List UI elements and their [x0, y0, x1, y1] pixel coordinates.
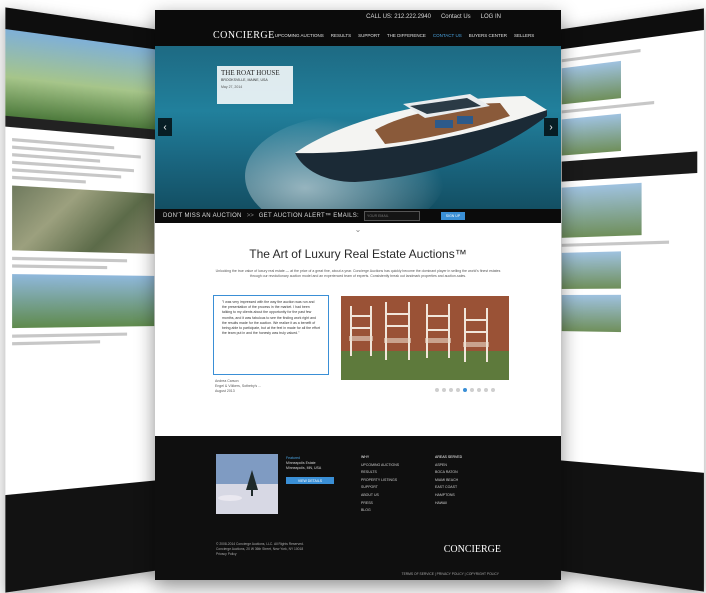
left-page-body — [5, 127, 160, 357]
footer-link[interactable]: PRESS — [361, 500, 399, 508]
right-page-thumbnail — [561, 60, 621, 105]
top-bar: CALL US: 212.222.2940 Contact Us LOG IN — [155, 10, 561, 24]
nav-link[interactable]: BUYERS CENTER — [469, 33, 507, 38]
slider-dot[interactable] — [449, 388, 453, 392]
intro-paragraph: Unlocking the true value of luxury real … — [215, 269, 501, 278]
nav-link[interactable]: CONTACT US — [433, 33, 462, 38]
footer-link[interactable]: EAST COAST — [435, 484, 462, 492]
contact-us-link[interactable]: Contact Us — [441, 14, 471, 20]
footer-column-why: WHY UPCOMING AUCTIONS RESULTS PROPERTY LIS… — [361, 454, 399, 515]
right-page-thumbnail — [561, 294, 621, 333]
left-background-page — [5, 7, 161, 593]
page-headline: The Art of Luxury Real Estate Auctions™ — [249, 247, 467, 261]
slider-dot[interactable] — [491, 388, 495, 392]
left-page-footer — [5, 480, 161, 593]
testimonial-quote: "I was very impressed with the way the a… — [213, 295, 329, 375]
footer-heading-why: WHY — [361, 455, 370, 459]
slider-dot[interactable] — [442, 388, 446, 392]
right-page-footer — [556, 460, 704, 592]
right-page-thumbnail — [561, 182, 642, 238]
footer-link[interactable]: ASPEN — [435, 462, 462, 470]
right-page-body — [556, 30, 704, 346]
testimonial-date: August 2013 — [215, 389, 235, 393]
featured-property-image[interactable] — [216, 454, 278, 514]
chevron-left-icon: ‹ — [163, 121, 167, 133]
property-caption[interactable]: THE ROAT HOUSE BROOKSVILLE, MAINE, USA M… — [217, 66, 293, 104]
chevron-down-icon[interactable]: ⌄ — [155, 223, 561, 237]
concierge-logo[interactable]: CONCIERGE — [213, 30, 275, 41]
footer-logo[interactable]: CONCIERGE — [444, 544, 501, 555]
slider-dot[interactable] — [470, 388, 474, 392]
main-page: CALL US: 212.222.2940 Contact Us LOG IN … — [155, 10, 561, 580]
footer-link[interactable]: RESULTS — [361, 469, 399, 477]
login-link[interactable]: LOG IN — [481, 14, 501, 20]
yacht-image — [295, 94, 547, 182]
main-navbar: CONCIERGE UPCOMING AUCTIONS RESULTS SUPPOR… — [155, 24, 561, 46]
footer-link[interactable]: HAMPTONS — [435, 492, 462, 500]
auction-alert-bar: DON'T MISS AN AUCTION >> GET AUCTION ALE… — [155, 209, 561, 223]
footer-link[interactable]: BOCA RATON — [435, 469, 462, 477]
view-details-button[interactable]: VIEW DETAILS — [286, 477, 334, 484]
signup-button[interactable]: SIGN UP — [440, 212, 465, 220]
double-arrow-icon: >> — [246, 213, 254, 219]
nav-link[interactable]: SELLERS — [514, 33, 534, 38]
slider-dots — [435, 388, 495, 392]
legal-links[interactable]: TERMS OF SERVICE | PRIVACY POLICY | COPY… — [402, 572, 499, 576]
left-page-map — [12, 185, 155, 254]
footer-link[interactable]: BLOG — [361, 507, 399, 515]
slider-dot[interactable] — [456, 388, 460, 392]
testimonial-section: "I was very impressed with the way the a… — [155, 295, 561, 415]
right-page-thumbnail — [561, 113, 621, 156]
nav-links: UPCOMING AUCTIONS RESULTS SUPPORT THE DIFFE… — [275, 33, 535, 38]
nav-link[interactable]: THE DIFFERENCE — [387, 33, 426, 38]
footer-link[interactable]: HAWAII — [435, 500, 462, 508]
property-date: May 27, 2014 — [221, 85, 243, 89]
hero-slider: THE ROAT HOUSE BROOKSVILLE, MAINE, USA M… — [155, 46, 561, 209]
footer-column-areas: AREAS SERVED ASPEN BOCA RATON MIAMI BEACH E… — [435, 454, 462, 507]
slider-prev-button[interactable]: ‹ — [158, 118, 172, 136]
footer-link[interactable]: SUPPORT — [361, 484, 399, 492]
call-us-text: CALL US: 212.222.2940 — [366, 14, 431, 20]
slider-dot[interactable] — [463, 388, 467, 392]
footer-heading-areas: AREAS SERVED — [435, 455, 463, 459]
chairs-image — [341, 296, 509, 380]
footer-links-areas: ASPEN BOCA RATON MIAMI BEACH EAST COAST HAMP… — [435, 462, 462, 508]
footer-link[interactable]: ABOUT US — [361, 492, 399, 500]
privacy-link[interactable]: Privacy Policy — [216, 552, 304, 557]
nav-link[interactable]: RESULTS — [331, 33, 351, 38]
footer-link[interactable]: PROPERTY LISTINGS — [361, 477, 399, 485]
nav-link[interactable]: SUPPORT — [358, 33, 380, 38]
email-input[interactable]: YOUR EMAIL — [363, 211, 420, 221]
footer-link[interactable]: MIAMI BEACH — [435, 477, 462, 485]
featured-location: Minneapolis, MN, USA — [286, 466, 322, 470]
get-alerts-text: GET AUCTION ALERT™ EMAILS: — [258, 213, 359, 219]
right-page-banner — [561, 151, 698, 182]
slider-dot[interactable] — [435, 388, 439, 392]
copyright-block: © 2008-2014 Concierge Auctions, LLC. All… — [216, 542, 304, 557]
property-location: BROOKSVILLE, MAINE, USA — [221, 78, 268, 82]
slider-next-button[interactable]: › — [544, 118, 558, 136]
dont-miss-text: DON'T MISS AN AUCTION — [163, 213, 242, 219]
slider-dot[interactable] — [484, 388, 488, 392]
right-background-page — [556, 8, 704, 592]
chevron-right-icon: › — [549, 121, 553, 133]
site-footer: Featured Minneapolis Estate Minneapolis,… — [155, 436, 561, 580]
property-title: THE ROAT HOUSE — [221, 69, 280, 77]
slider-dot[interactable] — [477, 388, 481, 392]
footer-link[interactable]: UPCOMING AUCTIONS — [361, 462, 399, 470]
testimonial-attribution: Andrea Carson Engel & Völkers, Sotheby's… — [215, 379, 325, 394]
nav-link[interactable]: UPCOMING AUCTIONS — [275, 33, 324, 38]
left-page-thumbnail — [12, 274, 155, 329]
right-page-thumbnail — [561, 251, 621, 289]
footer-links-why: UPCOMING AUCTIONS RESULTS PROPERTY LISTING… — [361, 462, 399, 515]
featured-property-info: Featured Minneapolis Estate Minneapolis,… — [286, 456, 321, 471]
